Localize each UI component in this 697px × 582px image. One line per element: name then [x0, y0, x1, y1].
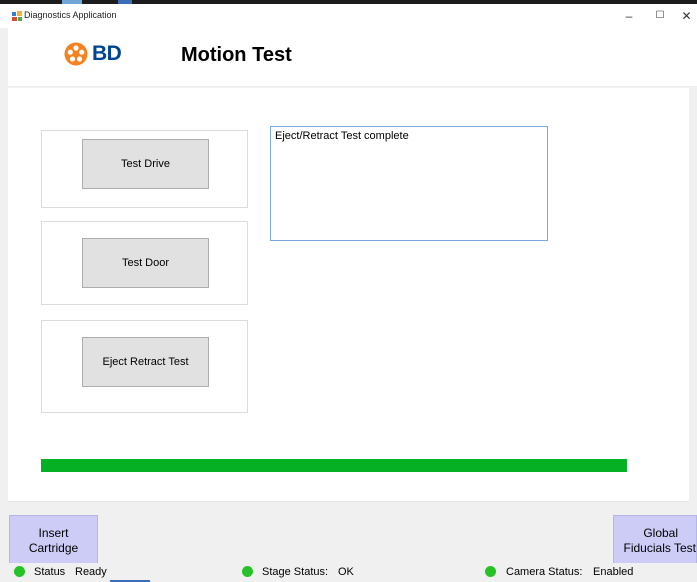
status-value: Ready — [75, 566, 107, 578]
window-title: Diagnostics Application — [24, 10, 117, 20]
camera-status-value: Enabled — [593, 566, 634, 578]
close-button[interactable]: ✕ — [676, 6, 697, 26]
progress-bar — [41, 459, 627, 472]
insert-cartridge-label-2: Cartridge — [28, 541, 79, 555]
eject-retract-test-button[interactable]: Eject Retract Test — [82, 337, 209, 387]
app-icon — [12, 11, 22, 21]
bd-logo-icon — [64, 42, 88, 66]
camera-status-label: Camera Status: — [506, 566, 583, 578]
output-textbox[interactable]: Eject/Retract Test complete — [270, 126, 548, 241]
test-drive-button[interactable]: Test Drive — [82, 139, 209, 189]
page-title: Motion Test — [181, 44, 292, 66]
status-indicator-icon — [14, 566, 25, 577]
status-label: Status — [34, 566, 66, 578]
camera-status-indicator-icon — [485, 566, 496, 577]
stage-status-label: Stage Status: — [262, 566, 329, 578]
main-panel: Test Drive Test Door Eject Retract Test … — [8, 88, 689, 502]
maximize-button[interactable]: ☐ — [646, 6, 674, 26]
global-fiducials-label-1: Global — [643, 526, 678, 540]
test-door-group: Test Door — [41, 221, 248, 305]
stage-status-indicator-icon — [242, 566, 253, 577]
minimize-button[interactable]: – — [615, 6, 643, 26]
title-bar[interactable]: Diagnostics Application – ☐ ✕ — [0, 4, 697, 28]
global-fiducials-label-2: Fiducials Test — [623, 541, 696, 555]
bd-logo: BD — [64, 42, 122, 66]
status-bar: Status Ready Stage Status: OK Camera Sta… — [0, 563, 697, 582]
test-door-button[interactable]: Test Door — [82, 238, 209, 288]
eject-retract-group: Eject Retract Test — [41, 320, 248, 413]
insert-cartridge-button[interactable]: Insert Cartridge — [9, 515, 98, 567]
logo-text: BD — [92, 42, 122, 65]
stage-status-value: OK — [338, 566, 354, 578]
test-drive-group: Test Drive — [41, 130, 248, 208]
insert-cartridge-label-1: Insert — [38, 526, 69, 540]
page-header: BD Motion Test — [8, 28, 697, 86]
global-fiducials-test-button[interactable]: Global Fiducials Test — [613, 515, 697, 567]
application-window: Diagnostics Application – ☐ ✕ BD Motion … — [0, 0, 697, 582]
progress-fill — [41, 459, 627, 472]
